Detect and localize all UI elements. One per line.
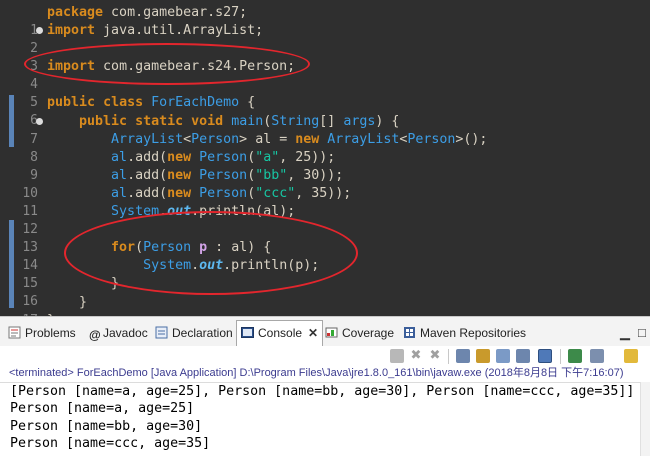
new-console-icon[interactable] — [624, 349, 638, 363]
display-selected-console-icon[interactable] — [568, 349, 582, 363]
declaration-icon — [155, 326, 168, 339]
toolbar-separator — [448, 349, 449, 364]
tab-declaration[interactable]: Declaration — [155, 323, 233, 343]
console-output-line: Person [name=ccc, age=35] — [10, 435, 211, 451]
tab-maven-repositories[interactable]: Maven Repositories — [403, 323, 526, 343]
tab-problems[interactable]: Problems — [8, 323, 76, 343]
code-line: 2 import java.util.ArrayList; — [0, 22, 650, 56]
code-line: 9 al.add(new Person("a", 25)); — [0, 149, 650, 183]
code-line: 1 package com.gamebear.s27; — [0, 4, 650, 38]
close-icon[interactable]: ✕ — [308, 326, 318, 340]
code-line: 12 System.out.println(al); — [0, 203, 650, 237]
problems-icon — [8, 326, 21, 339]
console-scrollbar[interactable] — [640, 382, 650, 456]
pin-console-icon[interactable] — [538, 349, 552, 363]
code-line: 10 al.add(new Person("bb", 30)); — [0, 167, 650, 201]
console-output-line: Person [name=bb, age=30] — [10, 418, 203, 434]
code-line: 7 public static void main(String[] args)… — [0, 113, 650, 147]
code-editor[interactable]: 1 package com.gamebear.s27; 2 import jav… — [0, 0, 650, 316]
javadoc-icon: @ — [89, 328, 101, 342]
coverage-icon — [325, 327, 338, 338]
maximize-icon[interactable]: □ — [638, 325, 646, 340]
toolbar-separator — [560, 349, 561, 364]
open-console-icon[interactable] — [590, 349, 604, 363]
tab-coverage[interactable]: Coverage — [325, 323, 394, 343]
remove-launch-icon[interactable]: ✖ — [409, 349, 423, 363]
scroll-lock-icon[interactable] — [476, 349, 490, 363]
show-on-output-icon[interactable] — [516, 349, 530, 363]
fold-toggle-icon[interactable] — [36, 27, 43, 35]
remove-all-terminated-icon[interactable]: ✖ — [428, 349, 442, 363]
maven-icon — [404, 327, 415, 338]
annotation-ellipse-import — [24, 43, 310, 85]
console-output-line: [Person [name=a, age=25], Person [name=b… — [10, 384, 635, 399]
word-wrap-icon[interactable] — [496, 349, 510, 363]
tab-javadoc[interactable]: @ Javadoc — [89, 323, 148, 343]
fold-toggle-icon[interactable] — [36, 117, 43, 125]
terminate-icon[interactable] — [390, 349, 404, 363]
console-toolbar: ✖ ✖ — [0, 346, 650, 368]
annotation-ellipse-foreach — [64, 211, 358, 295]
clear-console-icon[interactable] — [456, 349, 470, 363]
code-line: 6 public class ForEachDemo { — [0, 94, 650, 128]
console-process-label: <terminated> ForEachDemo [Java Applicati… — [0, 366, 650, 382]
minimize-icon[interactable]: ▁ — [620, 325, 630, 341]
code-line: 11 al.add(new Person("ccc", 35)); — [0, 185, 650, 219]
tab-console[interactable]: Console ✕ — [236, 320, 324, 347]
console-icon — [241, 327, 254, 338]
console-output[interactable]: [Person [name=a, age=25], Person [name=b… — [0, 382, 650, 456]
code-line: 8 ArrayList<Person> al = new ArrayList<P… — [0, 131, 650, 165]
bottom-panel-tabbar: Problems @ Javadoc Declaration Console ✕ C… — [0, 316, 650, 347]
code-line: 17 } — [0, 294, 650, 317]
console-output-line: Person [name=a, age=25] — [10, 401, 195, 417]
